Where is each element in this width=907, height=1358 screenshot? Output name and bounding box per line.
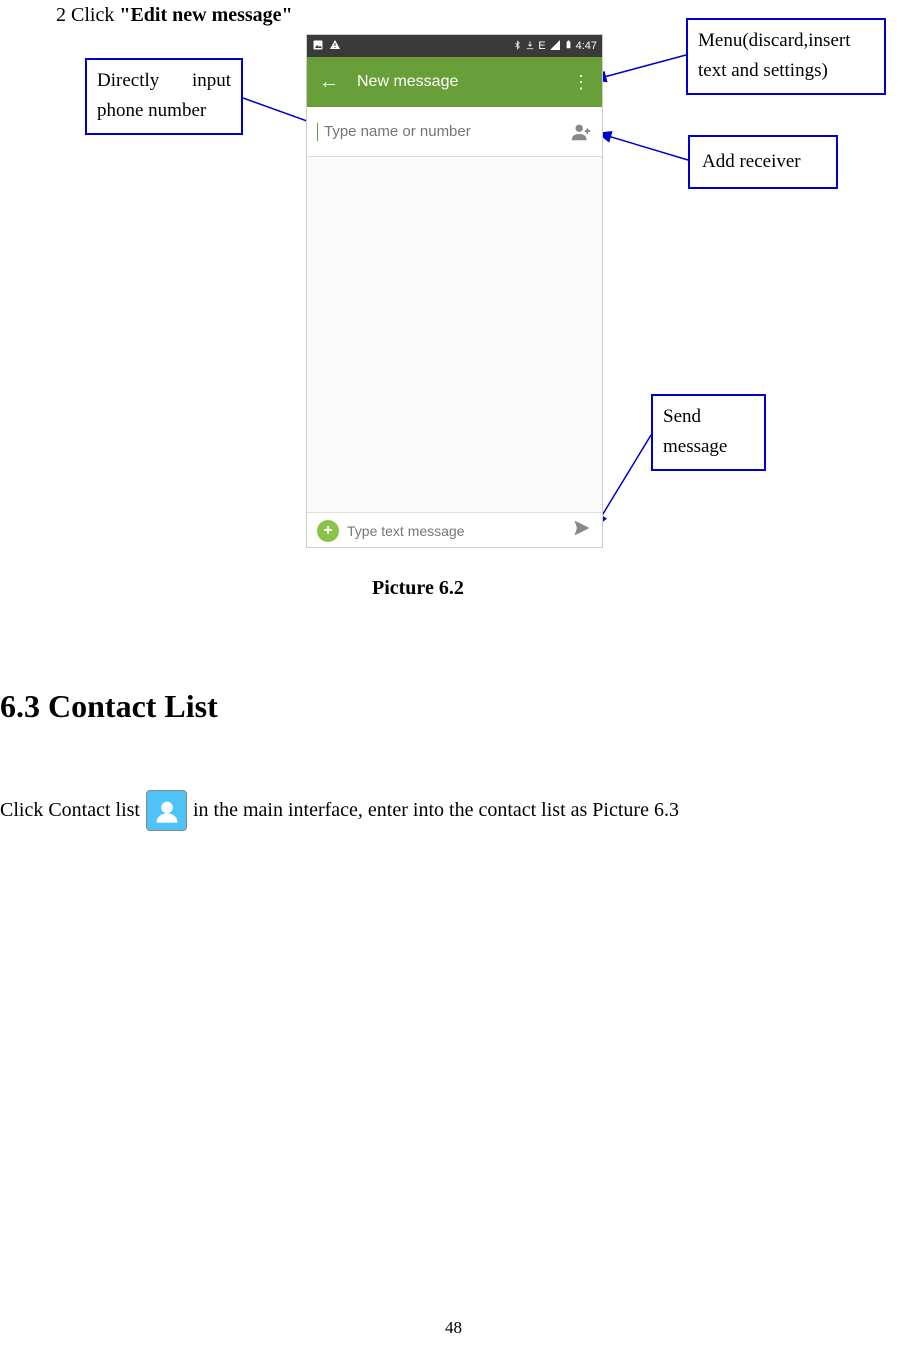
status-bar: E 4:47 bbox=[307, 35, 602, 57]
body-paragraph: Click Contact list in the main interface… bbox=[0, 790, 679, 831]
network-type: E bbox=[538, 40, 545, 52]
overflow-menu-icon[interactable]: ⋮ bbox=[572, 72, 590, 93]
bluetooth-icon bbox=[513, 39, 522, 54]
page-number: 48 bbox=[0, 1318, 907, 1338]
send-icon[interactable] bbox=[572, 518, 592, 543]
callout-add-receiver: Add receiver bbox=[688, 135, 838, 189]
add-contact-icon[interactable] bbox=[570, 121, 592, 143]
title-bar: ← New message ⋮ bbox=[307, 57, 602, 107]
picture-icon bbox=[312, 39, 324, 54]
paragraph-after: in the main interface, enter into the co… bbox=[193, 799, 679, 822]
back-arrow-icon[interactable]: ← bbox=[319, 71, 339, 94]
screen-title: New message bbox=[357, 73, 572, 91]
callout-send-message: Send message bbox=[651, 394, 766, 471]
step-number: 2 Click bbox=[56, 4, 119, 26]
message-input[interactable] bbox=[347, 523, 564, 539]
recipient-input[interactable] bbox=[320, 119, 570, 144]
figure-caption: Picture 6.2 bbox=[372, 577, 464, 600]
warning-icon bbox=[329, 39, 341, 54]
recipient-row bbox=[307, 107, 602, 157]
step-text: 2 Click "Edit new message" bbox=[56, 4, 293, 27]
phone-screenshot: E 4:47 ← New message ⋮ + bbox=[306, 34, 603, 548]
compose-row: + bbox=[307, 512, 602, 548]
section-heading: 6.3 Contact List bbox=[0, 688, 218, 725]
callout-menu: Menu(discard,insert text and settings) bbox=[686, 18, 886, 95]
download-icon bbox=[525, 39, 535, 54]
signal-icon bbox=[549, 39, 561, 54]
callout-directly-input: Directly input phone number bbox=[85, 58, 243, 135]
contacts-app-icon bbox=[146, 790, 187, 831]
step-bold: "Edit new message" bbox=[119, 4, 292, 26]
attach-plus-icon[interactable]: + bbox=[317, 520, 339, 542]
battery-icon bbox=[564, 38, 573, 54]
status-time: 4:47 bbox=[576, 40, 597, 52]
text-cursor bbox=[317, 123, 318, 141]
message-body-area bbox=[307, 157, 602, 512]
paragraph-before: Click Contact list bbox=[0, 799, 140, 822]
